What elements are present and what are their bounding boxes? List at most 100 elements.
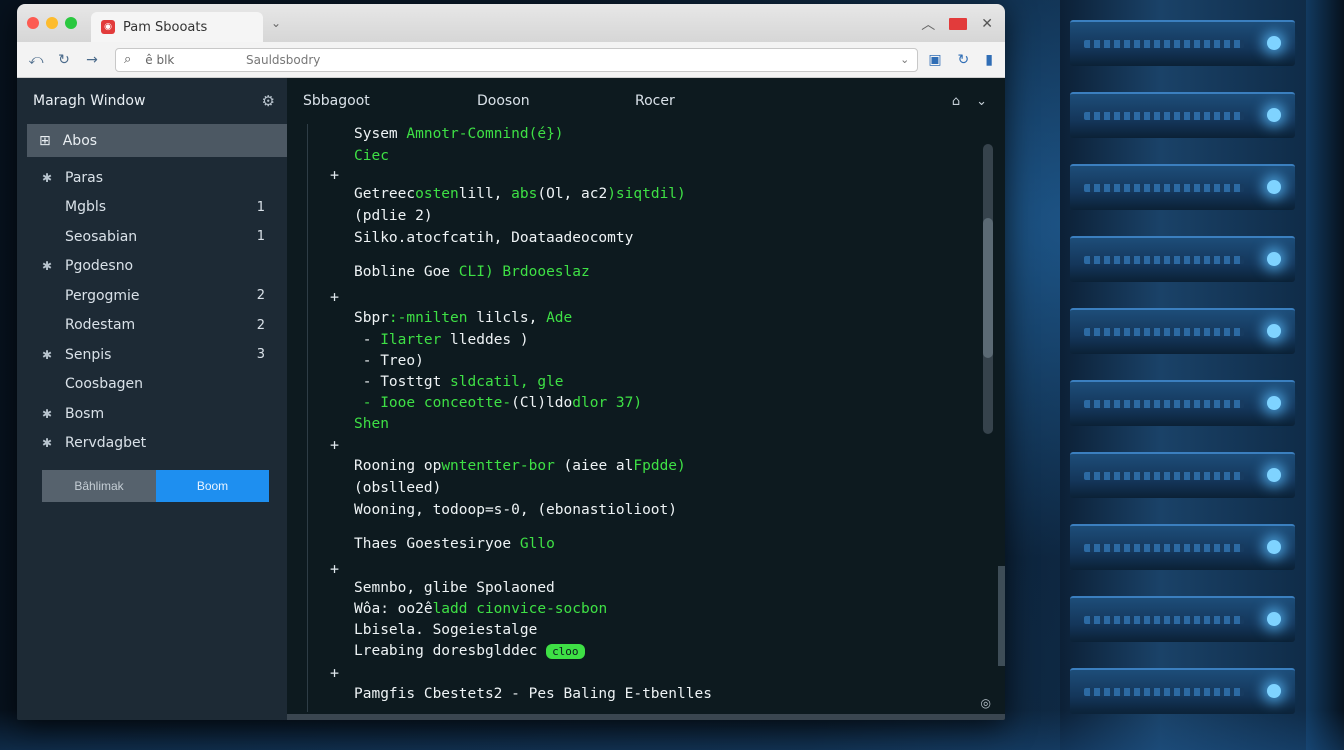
- sidebar-item[interactable]: Pergogmie 2: [17, 281, 287, 311]
- sidebar: Maragh Window ⚙ ⊞ Abos ✱ Paras Mgbls 1 S…: [17, 78, 287, 720]
- settings-icon[interactable]: ◎: [981, 696, 991, 710]
- primary-button[interactable]: Boom: [156, 470, 269, 502]
- sidebar-item-count: 3: [256, 347, 265, 363]
- sidebar-item[interactable]: ✱ Rervdagbet: [17, 429, 287, 459]
- scrollbar-thumb[interactable]: [983, 218, 993, 358]
- browser-tab[interactable]: ◉ Pam Sbooats: [91, 12, 263, 42]
- back-icon[interactable]: ⤺: [25, 52, 47, 68]
- terminal-line: - Treo): [354, 353, 424, 369]
- terminal-line: Rooning opwntentter-bor (aiee alFpdde): [354, 458, 686, 474]
- home-icon[interactable]: ⌂: [952, 94, 960, 109]
- forward-icon[interactable]: →: [81, 52, 103, 68]
- terminal-output[interactable]: Sysem Amnotr-Comnind(é}) Ciec + Getreeco…: [307, 124, 977, 712]
- chevron-down-icon[interactable]: ⌄: [271, 16, 281, 30]
- sidebar-item-label: Bosm: [65, 405, 105, 422]
- sidebar-title: Maragh Window: [33, 93, 146, 109]
- star-icon: ✱: [41, 259, 53, 274]
- terminal-line: Wooning, todoop=s-0, (ebonastiolioot): [354, 502, 678, 518]
- terminal-line: Pamgfis Cbestets2 - Pes Baling E-tbenlle…: [354, 686, 712, 702]
- sidebar-item-label: Paras: [65, 169, 104, 186]
- sidebar-item-active[interactable]: ⊞ Abos: [27, 124, 287, 157]
- sidebar-item[interactable]: Seosabian 1: [17, 222, 287, 252]
- sidebar-list: ✱ Paras Mgbls 1 Seosabian 1 ✱ Pgodesno P…: [17, 163, 287, 458]
- tab-3[interactable]: Rocer: [635, 93, 675, 109]
- expand-icon[interactable]: +: [330, 560, 339, 578]
- close-window-button[interactable]: [27, 17, 39, 29]
- terminal-line: Ciec: [354, 148, 389, 164]
- gear-icon[interactable]: ⚙: [262, 92, 275, 110]
- rack-edge: [1306, 0, 1344, 750]
- star-icon: ✱: [41, 436, 53, 451]
- tab-favicon-icon: ◉: [101, 20, 115, 34]
- scrollbar-minimap[interactable]: [998, 566, 1005, 666]
- tab-1[interactable]: Sbbagoot: [303, 93, 370, 109]
- tab-title: Pam Sbooats: [123, 19, 208, 35]
- app-body: Maragh Window ⚙ ⊞ Abos ✱ Paras Mgbls 1 S…: [17, 78, 1005, 720]
- extension-icon[interactable]: ▣: [928, 52, 941, 68]
- expand-icon[interactable]: +: [330, 664, 339, 682]
- expand-icon[interactable]: +: [330, 288, 339, 306]
- sidebar-item-label: Pergogmie: [65, 287, 140, 304]
- terminal-line: (pdlie 2): [354, 208, 433, 224]
- chevron-up-icon[interactable]: ︿: [921, 14, 935, 34]
- sidebar-item-label: Seosabian: [65, 228, 138, 245]
- terminal-line: Shen: [354, 416, 389, 432]
- flag-icon[interactable]: [949, 18, 968, 30]
- sidebar-item-label: Coosbagen: [65, 376, 144, 393]
- sidebar-buttons: Bâhlimak Boom: [42, 470, 269, 502]
- horizontal-scrollbar[interactable]: [287, 714, 1005, 720]
- terminal-line: - Tosttgt sldcatil, gle: [354, 374, 564, 390]
- expand-icon[interactable]: +: [330, 166, 339, 184]
- terminal-line: Silko.atocfcatih, Doataadeocomty: [354, 230, 634, 246]
- address-search-text: ê blk: [145, 52, 175, 67]
- close-icon[interactable]: ✕: [981, 16, 993, 32]
- sidebar-item[interactable]: Coosbagen: [17, 370, 287, 400]
- reload-icon[interactable]: ↻: [53, 52, 75, 68]
- address-bar[interactable]: ⌕ ê blk Sauldsbodry ⌄: [115, 47, 919, 72]
- status-badge: cloo: [546, 643, 585, 659]
- sidebar-item[interactable]: ✱ Pgodesno: [17, 252, 287, 282]
- star-icon: ✱: [41, 170, 53, 185]
- terminal-line: Semnbo, glibe Spolaoned: [354, 580, 555, 596]
- titlebar-actions: ︿ ✕: [921, 14, 993, 34]
- navigation-bar: ⤺ ↻ → ⌕ ê blk Sauldsbodry ⌄ ▣ ↻ ▮: [17, 42, 1005, 78]
- sidebar-header: Maragh Window ⚙: [17, 78, 287, 124]
- terminal-line: - Iooe conceotte-(Cl)ldodlor 37): [354, 395, 643, 411]
- search-icon: ⌕: [124, 52, 132, 67]
- sidebar-item[interactable]: Rodestam 2: [17, 311, 287, 341]
- terminal-line: Wôa: oo2êladd cionvice-socbon: [354, 601, 608, 617]
- terminal-line: Lreabing doresbglddec cloo: [354, 643, 585, 659]
- terminal-line: Sysem Amnotr-Comnind(é}): [354, 126, 564, 142]
- sidebar-item-label: Pgodesno: [65, 258, 134, 275]
- terminal-line: Bobline Goe CLI) Brdooeslaz: [354, 264, 590, 280]
- sidebar-item-label: Rodestam: [65, 317, 136, 334]
- star-icon: ✱: [41, 347, 53, 362]
- maximize-window-button[interactable]: [65, 17, 77, 29]
- server-rack: [1060, 0, 1310, 750]
- refresh-icon[interactable]: ↻: [958, 52, 970, 68]
- address-dropdown-icon[interactable]: ⌄: [900, 53, 909, 66]
- terminal-line: Sbpr:-mnilten lilcls, Ade: [354, 310, 573, 326]
- expand-icon[interactable]: +: [330, 436, 339, 454]
- sidebar-item[interactable]: ✱ Senpis 3: [17, 340, 287, 370]
- secondary-button[interactable]: Bâhlimak: [42, 470, 156, 502]
- panel-actions: ⌂ ⌄: [952, 94, 987, 109]
- bookmark-icon[interactable]: ▮: [985, 52, 993, 68]
- terminal-line: Lbisela. Sogeiestalge: [354, 622, 538, 638]
- terminal-line: Getreecostenlill, abs(Ol, ac2)siqtdil): [354, 186, 686, 202]
- sidebar-item[interactable]: ✱ Bosm: [17, 399, 287, 429]
- terminal-line: Thaes Goestesiryoe Gllo: [354, 536, 555, 552]
- chevron-down-icon[interactable]: ⌄: [976, 94, 987, 109]
- panel-tabs: Sbbagoot Dooson Rocer ⌂ ⌄: [287, 78, 1005, 124]
- tab-2[interactable]: Dooson: [477, 93, 530, 109]
- sidebar-item-label: Rervdagbet: [65, 435, 147, 452]
- sidebar-item[interactable]: Mgbls 1: [17, 193, 287, 223]
- sidebar-item-count: 1: [256, 229, 265, 245]
- sidebar-item-count: 2: [256, 317, 265, 333]
- minimize-window-button[interactable]: [46, 17, 58, 29]
- window-controls: [27, 17, 77, 29]
- sidebar-item[interactable]: ✱ Paras: [17, 163, 287, 193]
- sidebar-item-count: 1: [256, 199, 265, 215]
- address-url: Sauldsbodry: [246, 52, 321, 67]
- sidebar-item-label: Senpis: [65, 346, 112, 363]
